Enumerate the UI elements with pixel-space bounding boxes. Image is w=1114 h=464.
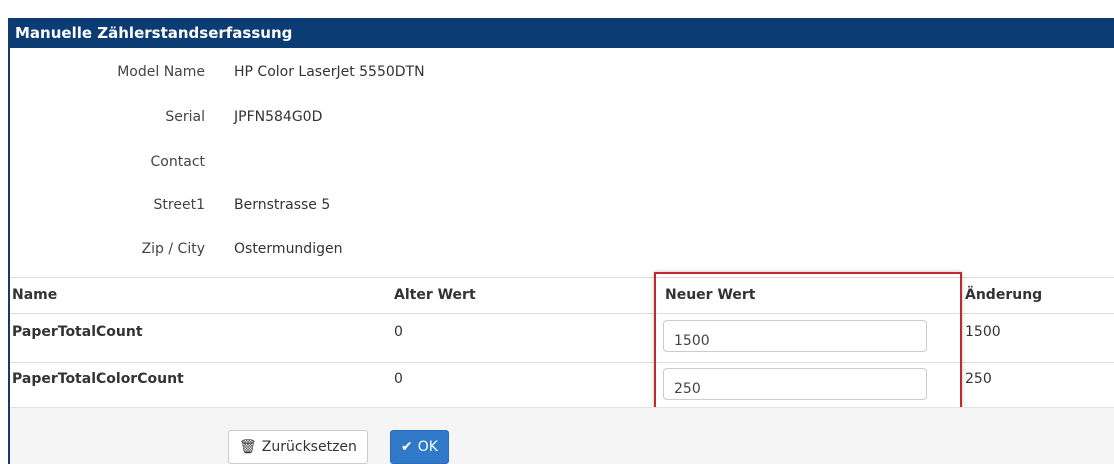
info-label: Serial <box>165 109 205 125</box>
reset-button[interactable]: 🗑 Zurücksetzen <box>228 430 368 464</box>
meter-reading-dialog: Manuelle Zählerstandserfassung Model Nam… <box>8 18 1114 464</box>
reset-button-label: Zurücksetzen <box>261 439 357 455</box>
info-row-city: Zip / City Ostermundigen <box>10 241 1114 261</box>
info-label: Model Name <box>117 64 205 80</box>
row-change: 1500 <box>965 324 1001 340</box>
info-row-street: Street1 Bernstrasse 5 <box>10 197 1114 217</box>
row-old-value: 0 <box>394 324 403 340</box>
dialog-footer <box>10 407 1114 464</box>
info-row-serial: Serial JPFN584G0D <box>10 109 1114 129</box>
info-label: Zip / City <box>141 241 205 257</box>
column-header-name: Name <box>12 287 58 303</box>
ok-button[interactable]: ✔ OK <box>390 430 449 464</box>
info-value: JPFN584G0D <box>234 109 323 125</box>
column-header-old-value: Alter Wert <box>394 287 476 303</box>
info-value: HP Color LaserJet 5550DTN <box>234 64 425 80</box>
info-label: Contact <box>150 154 205 170</box>
row-name: PaperTotalColorCount <box>12 371 184 387</box>
ok-button-label: OK <box>417 439 438 455</box>
new-value-highlight-box <box>654 272 962 412</box>
column-header-change: Änderung <box>965 287 1043 303</box>
info-row-contact: Contact <box>10 154 1114 174</box>
row-old-value: 0 <box>394 371 403 387</box>
info-value: Ostermundigen <box>234 241 343 257</box>
info-label: Street1 <box>153 197 205 213</box>
checkmark-icon: ✔ <box>401 439 413 455</box>
row-name: PaperTotalCount <box>12 324 143 340</box>
info-value: Bernstrasse 5 <box>234 197 331 213</box>
trash-icon: 🗑 <box>239 439 257 455</box>
row-change: 250 <box>965 371 992 387</box>
info-row-model: Model Name HP Color LaserJet 5550DTN <box>10 64 1114 84</box>
dialog-title: Manuelle Zählerstandserfassung <box>10 19 1114 48</box>
